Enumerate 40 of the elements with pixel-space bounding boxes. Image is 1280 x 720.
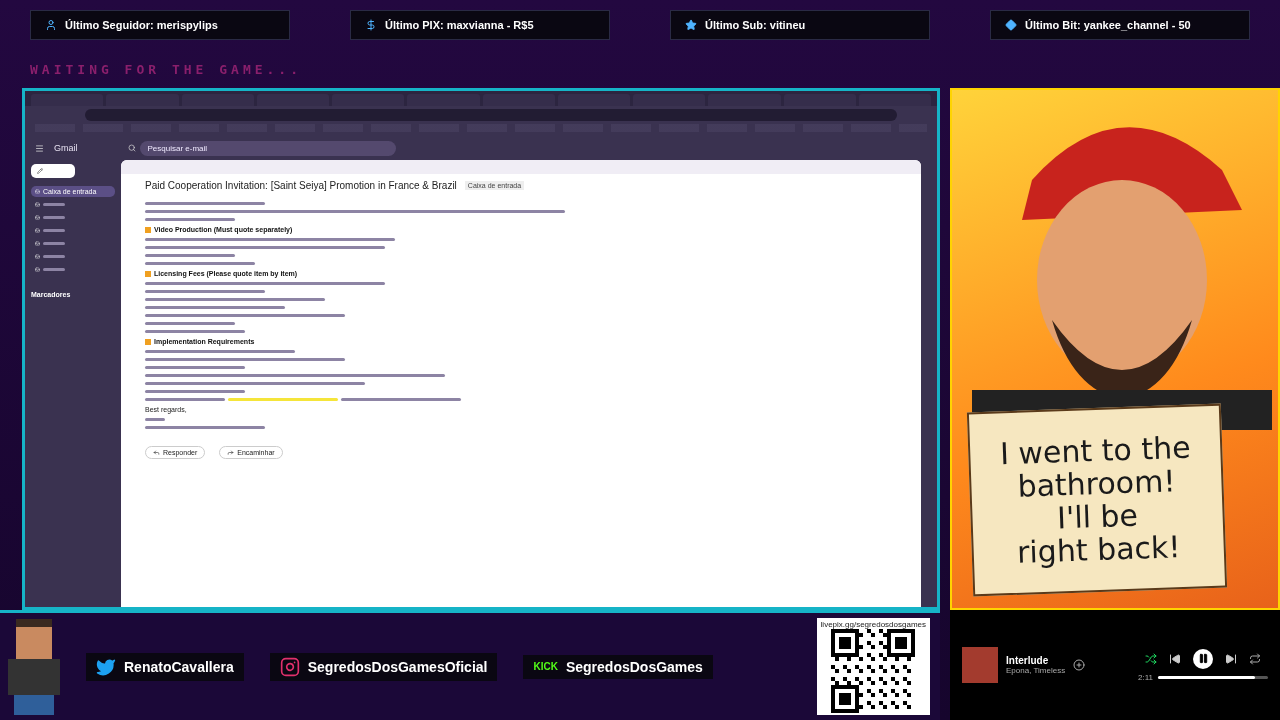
pause-button[interactable] xyxy=(1193,648,1213,669)
app-name: Gmail xyxy=(54,143,78,153)
track-artist: Epona, Timeless xyxy=(1006,666,1066,675)
search-icon xyxy=(127,144,136,152)
dollar-icon xyxy=(365,19,377,31)
alert-text: Último Seguidor: merispylips xyxy=(65,19,218,31)
album-cover-placeholder xyxy=(962,647,998,683)
handle-text: RenatoCavallera xyxy=(124,658,234,675)
handle-text: SegredosDosGames xyxy=(565,658,703,675)
user-icon xyxy=(45,19,57,31)
next-icon[interactable] xyxy=(1225,652,1237,665)
email-subject: Paid Cooperation Invitation: [Saint Seiya] Promotion in France & Brazil xyxy=(145,180,457,191)
star-icon xyxy=(685,19,697,31)
square-icon xyxy=(145,226,151,233)
forward-icon xyxy=(227,449,235,456)
url-text: livepix.gg/segredosdosgames xyxy=(820,620,926,629)
track-title: Interlude xyxy=(1006,655,1050,666)
add-icon[interactable] xyxy=(1073,659,1086,671)
banner-text: WAITING FOR THE GAME... xyxy=(30,62,303,77)
square-icon xyxy=(145,338,151,345)
search-field[interactable]: Pesquisar e-mail xyxy=(139,140,396,156)
elapsed-time: 2:11 xyxy=(1138,672,1153,682)
shuffle-icon[interactable] xyxy=(1145,652,1157,665)
text-line xyxy=(145,418,165,421)
diamond-icon xyxy=(1005,19,1017,31)
camera-icon xyxy=(279,656,300,677)
menu-icon[interactable] xyxy=(35,143,44,153)
square-icon xyxy=(145,270,151,277)
pencil-icon xyxy=(37,168,43,174)
bird-icon xyxy=(96,656,116,677)
alert-text: Último Bit: yankee_channel - 50 xyxy=(1025,19,1191,31)
handle-text: SegredosDosGamesOficial xyxy=(307,658,488,675)
pause-icon xyxy=(1197,653,1209,664)
alert-text: Último Sub: vitineu xyxy=(705,19,806,31)
kick-logo: KICK xyxy=(533,661,558,672)
compose-button[interactable] xyxy=(31,164,75,178)
previous-icon[interactable] xyxy=(1169,652,1181,665)
repeat-icon[interactable] xyxy=(1249,652,1261,665)
alert-text: Último PIX: maxvianna - R$5 xyxy=(385,19,534,31)
reply-icon xyxy=(153,449,160,456)
